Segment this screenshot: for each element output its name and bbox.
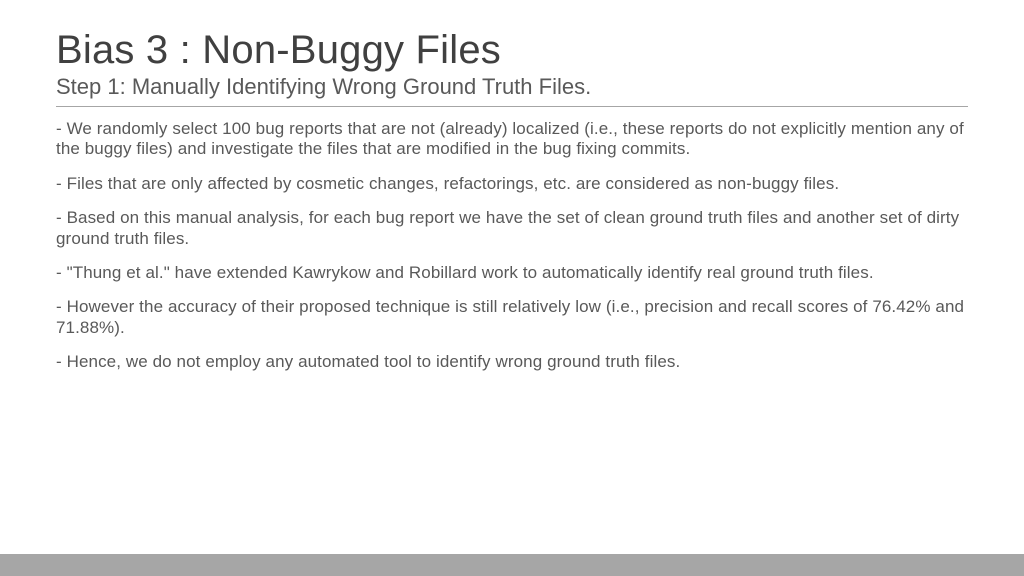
body-paragraph: - Based on this manual analysis, for eac…: [56, 208, 968, 249]
body-paragraph: - Hence, we do not employ any automated …: [56, 352, 968, 372]
slide-title: Bias 3 : Non-Buggy Files: [56, 28, 968, 72]
body-paragraph: - "Thung et al." have extended Kawrykow …: [56, 263, 968, 283]
slide-body: - We randomly select 100 bug reports tha…: [56, 119, 968, 373]
body-paragraph: - Files that are only affected by cosmet…: [56, 174, 968, 194]
body-paragraph: - However the accuracy of their proposed…: [56, 297, 968, 338]
slide-subtitle: Step 1: Manually Identifying Wrong Groun…: [56, 74, 968, 107]
body-paragraph: - We randomly select 100 bug reports tha…: [56, 119, 968, 160]
slide: Bias 3 : Non-Buggy Files Step 1: Manuall…: [0, 0, 1024, 576]
footer-bar: [0, 554, 1024, 576]
